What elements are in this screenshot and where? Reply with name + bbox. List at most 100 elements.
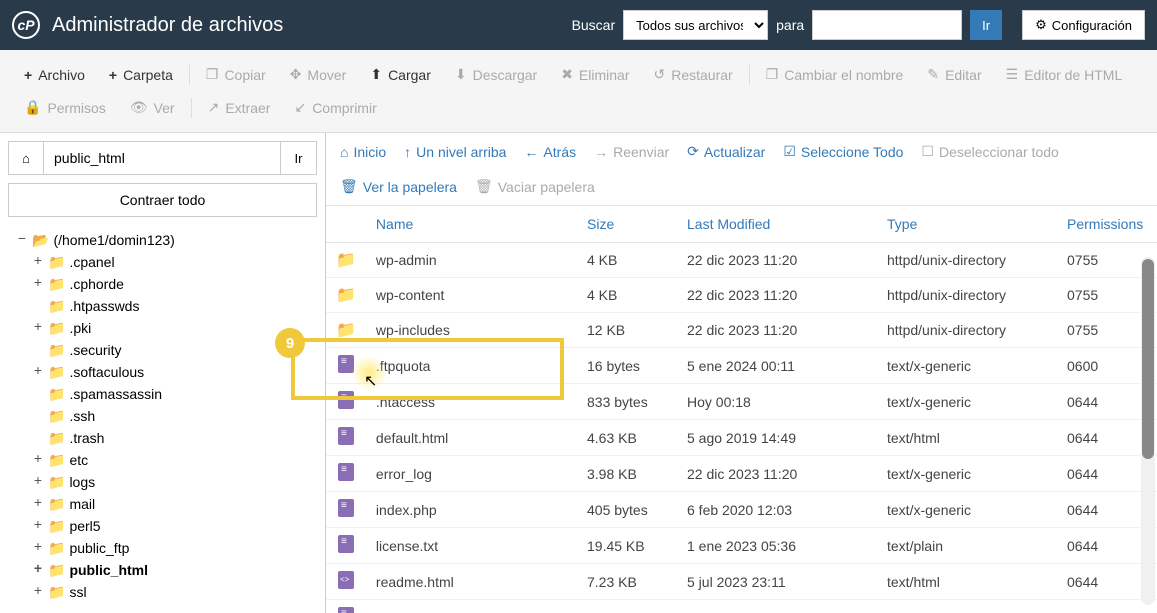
cell-modified: 5 ene 2024 00:11 [677,348,877,384]
cell-type: text/x-generic [877,492,1057,528]
cell-name: index.php [366,492,577,528]
cell-size: 7.04 KB [577,600,677,613]
path-input[interactable] [44,141,281,175]
tree-item[interactable]: +📁.cphorde [32,273,317,295]
permissions-button[interactable]: Permisos [12,91,118,124]
file-icon [338,391,354,409]
col-type[interactable]: Type [877,206,1057,243]
check-icon [783,143,796,160]
tree-item[interactable]: 📁.htpasswds [32,295,317,317]
tree-item[interactable]: 📁.ssh [32,405,317,427]
search-go-button[interactable]: Ir [970,10,1002,40]
content-toolbar: Inicio Un nivel arriba Atrás Reenviar Ac… [326,133,1157,206]
tree-item[interactable]: +📁public_html [32,559,317,581]
cell-size: 19.45 KB [577,528,677,564]
nav-reload[interactable]: Actualizar [687,143,765,160]
tree-item[interactable]: +📁etc [32,449,317,471]
copy-button[interactable]: Copiar [194,58,278,91]
collapse-all-button[interactable]: Contraer todo [8,183,317,217]
scrollbar[interactable] [1141,257,1155,605]
cell-modified: 22 dic 2023 11:20 [677,243,877,278]
up-icon [404,144,411,160]
main: Ir Contraer todo −📂(/home1/domin123) +📁.… [0,133,1157,613]
tree-item[interactable]: +📁.softaculous [32,361,317,383]
nav-back[interactable]: Atrás [524,143,576,160]
rename-button[interactable]: Cambiar el nombre [754,58,916,91]
tree-item[interactable]: 📁.spamassassin [32,383,317,405]
file-table: Name Size Last Modified Type Permissions… [326,206,1157,613]
folder-tree[interactable]: −📂(/home1/domin123) +📁.cpanel+📁.cphorde📁… [8,229,317,605]
new-file-button[interactable]: Archivo [12,59,97,91]
config-button[interactable]: Configuración [1022,10,1145,40]
tree-item[interactable]: +📁ssl [32,581,317,603]
edit-button[interactable]: Editar [915,58,993,91]
eye-icon [130,99,148,116]
tree-item[interactable]: +📁perl5 [32,515,317,537]
tree-item[interactable]: +📁tmp [32,603,317,605]
nav-up[interactable]: Un nivel arriba [404,143,506,160]
compress-button[interactable]: Comprimir [282,91,388,124]
col-perm[interactable]: Permissions [1057,206,1157,243]
table-row[interactable]: error_log3.98 KB22 dic 2023 11:20text/x-… [326,456,1157,492]
tree-root[interactable]: −📂(/home1/domin123) [16,229,317,251]
home-button[interactable] [8,141,44,175]
table-row[interactable]: default.html4.63 KB5 ago 2019 14:49text/… [326,420,1157,456]
html-editor-button[interactable]: Editor de HTML [994,58,1135,91]
tree-item[interactable]: +📁mail [32,493,317,515]
file-icon [338,607,354,613]
col-modified[interactable]: Last Modified [677,206,877,243]
scrollbar-thumb[interactable] [1142,259,1154,459]
table-row[interactable]: .ftpquota16 bytes5 ene 2024 00:11text/x-… [326,348,1157,384]
select-all[interactable]: Seleccione Todo [783,143,903,160]
view-trash[interactable]: Ver la papelera [340,178,457,195]
download-button[interactable]: Descargar [443,58,549,91]
col-size[interactable]: Size [577,206,677,243]
tree-item[interactable]: +📁.pki [32,317,317,339]
cell-modified: 22 dic 2023 11:20 [677,278,877,313]
deselect-all[interactable]: Deseleccionar todo [921,143,1058,160]
tree-item[interactable]: 📁.trash [32,427,317,449]
cell-size: 4 KB [577,278,677,313]
search-input[interactable] [812,10,962,40]
file-icon [338,499,354,517]
cell-name: default.html [366,420,577,456]
download-icon [455,66,467,83]
restore-button[interactable]: Restaurar [642,58,745,91]
table-row[interactable]: 📁wp-content4 KB22 dic 2023 11:20httpd/un… [326,278,1157,313]
table-row[interactable]: wp-activate.php7.04 KB13 may 2023 03:05t… [326,600,1157,613]
col-name[interactable]: Name [366,206,577,243]
cell-type: text/x-generic [877,456,1057,492]
delete-button[interactable]: Eliminar [549,58,641,91]
table-row[interactable]: .htaccess833 bytesHoy 00:18text/x-generi… [326,384,1157,420]
cell-size: 833 bytes [577,384,677,420]
compress-icon [294,99,306,116]
table-row[interactable]: 📁wp-admin4 KB22 dic 2023 11:20httpd/unix… [326,243,1157,278]
cell-type: text/x-generic [877,348,1057,384]
table-row[interactable]: license.txt19.45 KB1 ene 2023 05:36text/… [326,528,1157,564]
nav-forward[interactable]: Reenviar [594,143,669,160]
home-icon [22,151,30,166]
lock-icon [24,99,41,116]
move-button[interactable]: Mover [278,58,359,91]
extract-button[interactable]: Extraer [196,91,283,124]
path-go-button[interactable]: Ir [281,141,317,175]
file-table-wrap[interactable]: Name Size Last Modified Type Permissions… [326,206,1157,613]
nav-home[interactable]: Inicio [340,143,386,160]
cell-type: httpd/unix-directory [877,313,1057,348]
empty-trash[interactable]: Vaciar papelera [475,178,595,195]
table-row[interactable]: index.php405 bytes6 feb 2020 12:03text/x… [326,492,1157,528]
topbar: cP Administrador de archivos Buscar Todo… [0,0,1157,50]
tree-item[interactable]: +📁.cpanel [32,251,317,273]
cpanel-logo: cP [12,11,40,39]
new-folder-button[interactable]: Carpeta [97,59,185,91]
copy-icon [206,66,219,83]
table-row[interactable]: readme.html7.23 KB5 jul 2023 23:11text/h… [326,564,1157,600]
upload-button[interactable]: Cargar [358,58,443,91]
search-scope-select[interactable]: Todos sus archivos [623,10,768,40]
cell-name: .ftpquota [366,348,577,384]
view-button[interactable]: Ver [118,91,187,124]
table-row[interactable]: 📁wp-includes12 KB22 dic 2023 11:20httpd/… [326,313,1157,348]
cell-type: text/x-generic [877,600,1057,613]
tree-item[interactable]: +📁public_ftp [32,537,317,559]
tree-item[interactable]: +📁logs [32,471,317,493]
